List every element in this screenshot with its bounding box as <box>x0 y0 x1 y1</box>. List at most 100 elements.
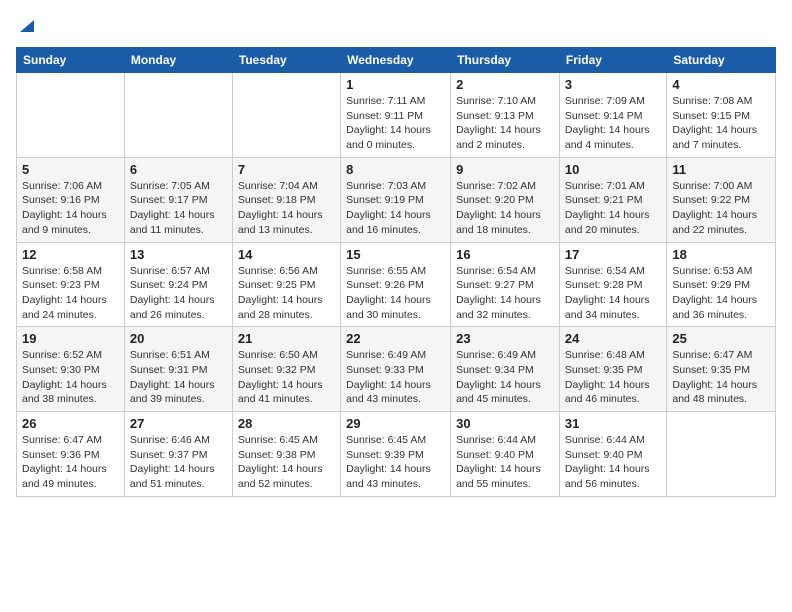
day-info: Sunrise: 6:54 AM Sunset: 9:27 PM Dayligh… <box>456 264 554 323</box>
calendar-cell: 29 Sunrise: 6:45 AM Sunset: 9:39 PM Dayli… <box>341 412 451 497</box>
day-number: 8 <box>346 162 445 177</box>
weekday-header-row: SundayMondayTuesdayWednesdayThursdayFrid… <box>17 48 776 73</box>
calendar-cell: 19Sunrise: 6:52 AM Sunset: 9:30 PM Dayli… <box>17 327 125 412</box>
day-number: 7 <box>238 162 335 177</box>
calendar-week-row: 19Sunrise: 6:52 AM Sunset: 9:30 PM Dayli… <box>17 327 776 412</box>
day-number: 26 <box>22 416 119 431</box>
day-info: Sunrise: 7:03 AM Sunset: 9:19 PM Dayligh… <box>346 179 445 238</box>
day-info: Sunrise: 6:57 AM Sunset: 9:24 PM Dayligh… <box>130 264 227 323</box>
day-number: 19 <box>22 331 119 346</box>
weekday-header-monday: Monday <box>124 48 232 73</box>
calendar-cell: 20 Sunrise: 6:51 AM Sunset: 9:31 PM Dayli… <box>124 327 232 412</box>
calendar-week-row: 1Sunrise: 7:11 AM Sunset: 9:11 PM Daylig… <box>17 73 776 158</box>
calendar-cell: 31 Sunrise: 6:44 AM Sunset: 9:40 PM Dayli… <box>559 412 666 497</box>
day-info: Sunrise: 7:02 AM Sunset: 9:20 PM Dayligh… <box>456 179 554 238</box>
weekday-header-sunday: Sunday <box>17 48 125 73</box>
day-number: 31 <box>565 416 661 431</box>
calendar-cell <box>17 73 125 158</box>
calendar-cell: 24 Sunrise: 6:48 AM Sunset: 9:35 PM Dayli… <box>559 327 666 412</box>
calendar-cell: 11Sunrise: 7:00 AM Sunset: 9:22 PM Dayli… <box>667 157 776 242</box>
day-number: 5 <box>22 162 119 177</box>
calendar-cell: 25 Sunrise: 6:47 AM Sunset: 9:35 PM Dayli… <box>667 327 776 412</box>
weekday-header-thursday: Thursday <box>451 48 560 73</box>
calendar-cell: 1Sunrise: 7:11 AM Sunset: 9:11 PM Daylig… <box>341 73 451 158</box>
day-info: Sunrise: 7:01 AM Sunset: 9:21 PM Dayligh… <box>565 179 661 238</box>
calendar-cell: 22 Sunrise: 6:49 AM Sunset: 9:33 PM Dayli… <box>341 327 451 412</box>
day-number: 28 <box>238 416 335 431</box>
day-info: Sunrise: 6:46 AM Sunset: 9:37 PM Dayligh… <box>130 433 227 492</box>
logo-triangle-icon <box>18 16 36 34</box>
calendar-cell <box>232 73 340 158</box>
calendar-cell: 3 Sunrise: 7:09 AM Sunset: 9:14 PM Daylig… <box>559 73 666 158</box>
day-info: Sunrise: 7:06 AM Sunset: 9:16 PM Dayligh… <box>22 179 119 238</box>
day-info: Sunrise: 6:45 AM Sunset: 9:39 PM Dayligh… <box>346 433 445 492</box>
day-number: 22 <box>346 331 445 346</box>
calendar-cell: 7Sunrise: 7:04 AM Sunset: 9:18 PM Daylig… <box>232 157 340 242</box>
day-number: 12 <box>22 247 119 262</box>
calendar-cell: 8 Sunrise: 7:03 AM Sunset: 9:19 PM Daylig… <box>341 157 451 242</box>
day-info: Sunrise: 6:56 AM Sunset: 9:25 PM Dayligh… <box>238 264 335 323</box>
day-number: 30 <box>456 416 554 431</box>
day-number: 6 <box>130 162 227 177</box>
day-number: 15 <box>346 247 445 262</box>
calendar-cell: 10 Sunrise: 7:01 AM Sunset: 9:21 PM Dayli… <box>559 157 666 242</box>
calendar-cell: 14 Sunrise: 6:56 AM Sunset: 9:25 PM Dayli… <box>232 242 340 327</box>
page-header <box>16 16 776 39</box>
calendar-cell: 27 Sunrise: 6:46 AM Sunset: 9:37 PM Dayli… <box>124 412 232 497</box>
weekday-header-friday: Friday <box>559 48 666 73</box>
day-number: 3 <box>565 77 661 92</box>
calendar-cell <box>667 412 776 497</box>
day-info: Sunrise: 6:47 AM Sunset: 9:36 PM Dayligh… <box>22 433 119 492</box>
day-number: 1 <box>346 77 445 92</box>
day-number: 29 <box>346 416 445 431</box>
day-info: Sunrise: 6:44 AM Sunset: 9:40 PM Dayligh… <box>565 433 661 492</box>
day-number: 20 <box>130 331 227 346</box>
calendar-cell: 15Sunrise: 6:55 AM Sunset: 9:26 PM Dayli… <box>341 242 451 327</box>
day-info: Sunrise: 7:00 AM Sunset: 9:22 PM Dayligh… <box>672 179 770 238</box>
day-info: Sunrise: 6:50 AM Sunset: 9:32 PM Dayligh… <box>238 348 335 407</box>
day-number: 10 <box>565 162 661 177</box>
calendar-cell: 6 Sunrise: 7:05 AM Sunset: 9:17 PM Daylig… <box>124 157 232 242</box>
day-info: Sunrise: 6:54 AM Sunset: 9:28 PM Dayligh… <box>565 264 661 323</box>
calendar-cell: 16 Sunrise: 6:54 AM Sunset: 9:27 PM Dayli… <box>451 242 560 327</box>
day-number: 23 <box>456 331 554 346</box>
day-number: 18 <box>672 247 770 262</box>
day-info: Sunrise: 6:49 AM Sunset: 9:34 PM Dayligh… <box>456 348 554 407</box>
calendar-cell: 28 Sunrise: 6:45 AM Sunset: 9:38 PM Dayli… <box>232 412 340 497</box>
weekday-header-saturday: Saturday <box>667 48 776 73</box>
day-info: Sunrise: 6:51 AM Sunset: 9:31 PM Dayligh… <box>130 348 227 407</box>
day-info: Sunrise: 7:08 AM Sunset: 9:15 PM Dayligh… <box>672 94 770 153</box>
calendar-cell: 12 Sunrise: 6:58 AM Sunset: 9:23 PM Dayli… <box>17 242 125 327</box>
weekday-header-tuesday: Tuesday <box>232 48 340 73</box>
day-info: Sunrise: 6:47 AM Sunset: 9:35 PM Dayligh… <box>672 348 770 407</box>
day-info: Sunrise: 6:58 AM Sunset: 9:23 PM Dayligh… <box>22 264 119 323</box>
day-number: 2 <box>456 77 554 92</box>
day-info: Sunrise: 7:05 AM Sunset: 9:17 PM Dayligh… <box>130 179 227 238</box>
logo <box>16 16 36 39</box>
day-number: 21 <box>238 331 335 346</box>
day-info: Sunrise: 6:45 AM Sunset: 9:38 PM Dayligh… <box>238 433 335 492</box>
day-number: 14 <box>238 247 335 262</box>
day-number: 27 <box>130 416 227 431</box>
calendar-cell: 2 Sunrise: 7:10 AM Sunset: 9:13 PM Daylig… <box>451 73 560 158</box>
day-info: Sunrise: 6:44 AM Sunset: 9:40 PM Dayligh… <box>456 433 554 492</box>
calendar-cell: 30 Sunrise: 6:44 AM Sunset: 9:40 PM Dayli… <box>451 412 560 497</box>
day-info: Sunrise: 7:09 AM Sunset: 9:14 PM Dayligh… <box>565 94 661 153</box>
day-number: 25 <box>672 331 770 346</box>
day-info: Sunrise: 6:48 AM Sunset: 9:35 PM Dayligh… <box>565 348 661 407</box>
day-info: Sunrise: 7:10 AM Sunset: 9:13 PM Dayligh… <box>456 94 554 153</box>
day-info: Sunrise: 6:49 AM Sunset: 9:33 PM Dayligh… <box>346 348 445 407</box>
calendar-cell <box>124 73 232 158</box>
calendar-cell: 21 Sunrise: 6:50 AM Sunset: 9:32 PM Dayli… <box>232 327 340 412</box>
day-number: 9 <box>456 162 554 177</box>
calendar-cell: 26 Sunrise: 6:47 AM Sunset: 9:36 PM Dayli… <box>17 412 125 497</box>
calendar-cell: 17Sunrise: 6:54 AM Sunset: 9:28 PM Dayli… <box>559 242 666 327</box>
calendar-table: SundayMondayTuesdayWednesdayThursdayFrid… <box>16 47 776 497</box>
calendar-cell: 9 Sunrise: 7:02 AM Sunset: 9:20 PM Daylig… <box>451 157 560 242</box>
calendar-cell: 5 Sunrise: 7:06 AM Sunset: 9:16 PM Daylig… <box>17 157 125 242</box>
calendar-week-row: 26 Sunrise: 6:47 AM Sunset: 9:36 PM Dayli… <box>17 412 776 497</box>
day-number: 13 <box>130 247 227 262</box>
day-number: 24 <box>565 331 661 346</box>
day-number: 16 <box>456 247 554 262</box>
day-number: 4 <box>672 77 770 92</box>
